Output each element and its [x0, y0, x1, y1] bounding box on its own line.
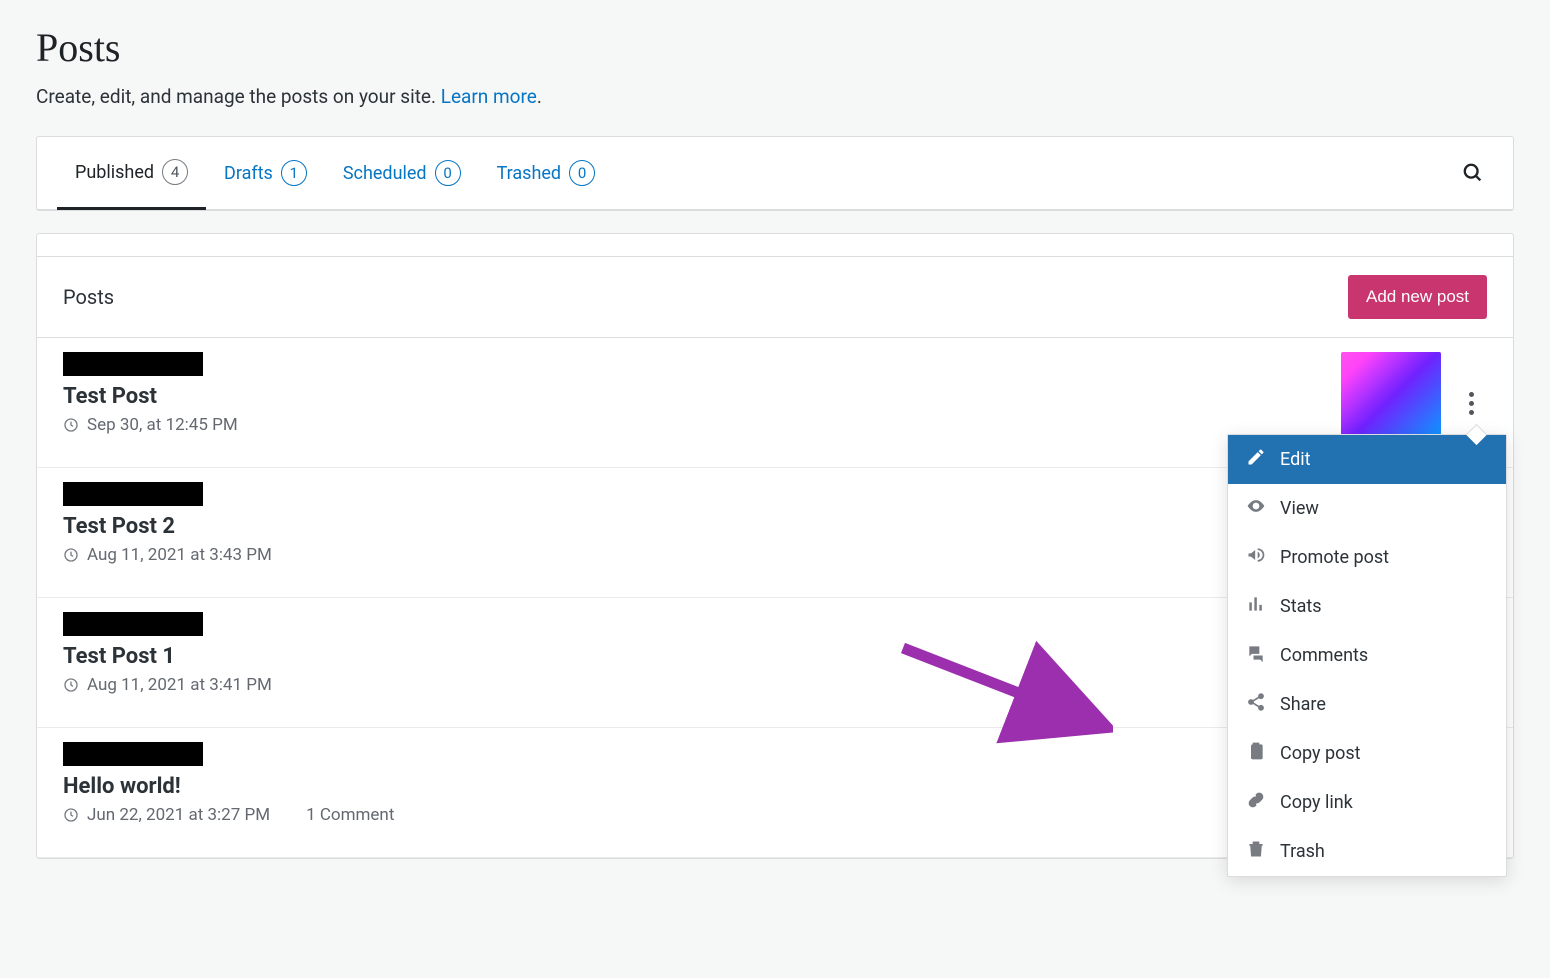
author-redacted: [63, 742, 203, 766]
list-heading: Posts: [63, 285, 114, 309]
menu-item-copylink[interactable]: Copy link: [1228, 778, 1506, 827]
tab-trashed[interactable]: Trashed 0: [479, 138, 614, 208]
post-date: Aug 11, 2021 at 3:43 PM: [87, 545, 272, 565]
post-actions-menu: Edit View Promote post Stats Comments Share Co…: [1227, 434, 1507, 877]
promote-icon: [1246, 545, 1266, 570]
menu-item-view[interactable]: View: [1228, 484, 1506, 533]
ellipsis-icon: [1469, 392, 1474, 415]
clock-icon: [63, 677, 79, 693]
menu-item-label: Stats: [1280, 596, 1322, 617]
tab-label: Scheduled: [343, 163, 427, 184]
tab-drafts[interactable]: Drafts 1: [206, 138, 325, 208]
post-main: Test Post Sep 30, at 12:45 PM: [63, 352, 1341, 435]
post-title: Test Post: [63, 384, 1341, 409]
copylink-icon: [1246, 790, 1266, 815]
list-header: Posts Add new post: [37, 256, 1513, 337]
post-date: Aug 11, 2021 at 3:41 PM: [87, 675, 272, 695]
page-subtitle-suffix: .: [537, 85, 542, 108]
clock-icon: [63, 547, 79, 563]
menu-item-comments[interactable]: Comments: [1228, 631, 1506, 680]
page-subtitle: Create, edit, and manage the posts on yo…: [36, 85, 1514, 108]
page-subtitle-text: Create, edit, and manage the posts on yo…: [36, 85, 441, 108]
menu-item-promote[interactable]: Promote post: [1228, 533, 1506, 582]
tab-label: Trashed: [497, 163, 562, 184]
menu-item-label: Trash: [1280, 841, 1325, 862]
menu-item-stats[interactable]: Stats: [1228, 582, 1506, 631]
clock-icon: [63, 417, 79, 433]
author-redacted: [63, 482, 203, 506]
menu-item-share[interactable]: Share: [1228, 680, 1506, 729]
menu-item-label: Copy link: [1280, 792, 1353, 813]
menu-item-label: View: [1280, 498, 1319, 519]
author-redacted: [63, 612, 203, 636]
search-icon: [1462, 162, 1484, 184]
tab-label: Published: [75, 162, 154, 183]
more-actions-button[interactable]: [1455, 352, 1487, 415]
menu-item-label: Copy post: [1280, 743, 1361, 764]
stats-icon: [1246, 594, 1266, 619]
menu-item-edit[interactable]: Edit: [1228, 435, 1506, 484]
menu-item-label: Promote post: [1280, 547, 1389, 568]
author-redacted: [63, 352, 203, 376]
post-list: Test PostSep 30, at 12:45 PMTest Post 2A…: [37, 337, 1513, 858]
tabs-bar: Published 4 Drafts 1 Scheduled 0 Trashed 0: [37, 137, 1513, 210]
tab-published[interactable]: Published 4: [57, 137, 206, 210]
tab-count: 4: [162, 159, 188, 185]
tab-scheduled[interactable]: Scheduled 0: [325, 138, 479, 208]
search-button[interactable]: [1453, 153, 1493, 193]
tab-count: 0: [435, 160, 461, 186]
tabs-card: Published 4 Drafts 1 Scheduled 0 Trashed 0: [36, 136, 1514, 211]
menu-item-label: Comments: [1280, 645, 1368, 666]
menu-item-copypost[interactable]: Copy post: [1228, 729, 1506, 778]
post-date: Sep 30, at 12:45 PM: [87, 415, 238, 435]
edit-icon: [1246, 447, 1266, 472]
menu-item-label: Share: [1280, 694, 1326, 715]
share-icon: [1246, 692, 1266, 717]
comments-icon: [1246, 643, 1266, 668]
view-icon: [1246, 496, 1266, 521]
copypost-icon: [1246, 741, 1266, 766]
tab-count: 0: [569, 160, 595, 186]
add-new-post-button[interactable]: Add new post: [1348, 275, 1487, 319]
clock-icon: [63, 807, 79, 823]
trash-icon: [1246, 839, 1266, 864]
menu-item-label: Edit: [1280, 449, 1310, 470]
posts-card: Posts Add new post Test Post Sep 30, at 1…: [36, 233, 1514, 859]
post-comments-count: 1 Comment: [306, 805, 394, 825]
learn-more-link[interactable]: Learn more: [441, 85, 537, 108]
menu-item-trash[interactable]: Trash: [1228, 827, 1506, 876]
post-date: Jun 22, 2021 at 3:27 PM: [87, 805, 270, 825]
page-title: Posts: [36, 24, 1514, 71]
post-thumbnail: [1341, 352, 1441, 444]
tab-label: Drafts: [224, 163, 273, 184]
post-meta: Sep 30, at 12:45 PM: [63, 415, 1341, 435]
tab-count: 1: [281, 160, 307, 186]
